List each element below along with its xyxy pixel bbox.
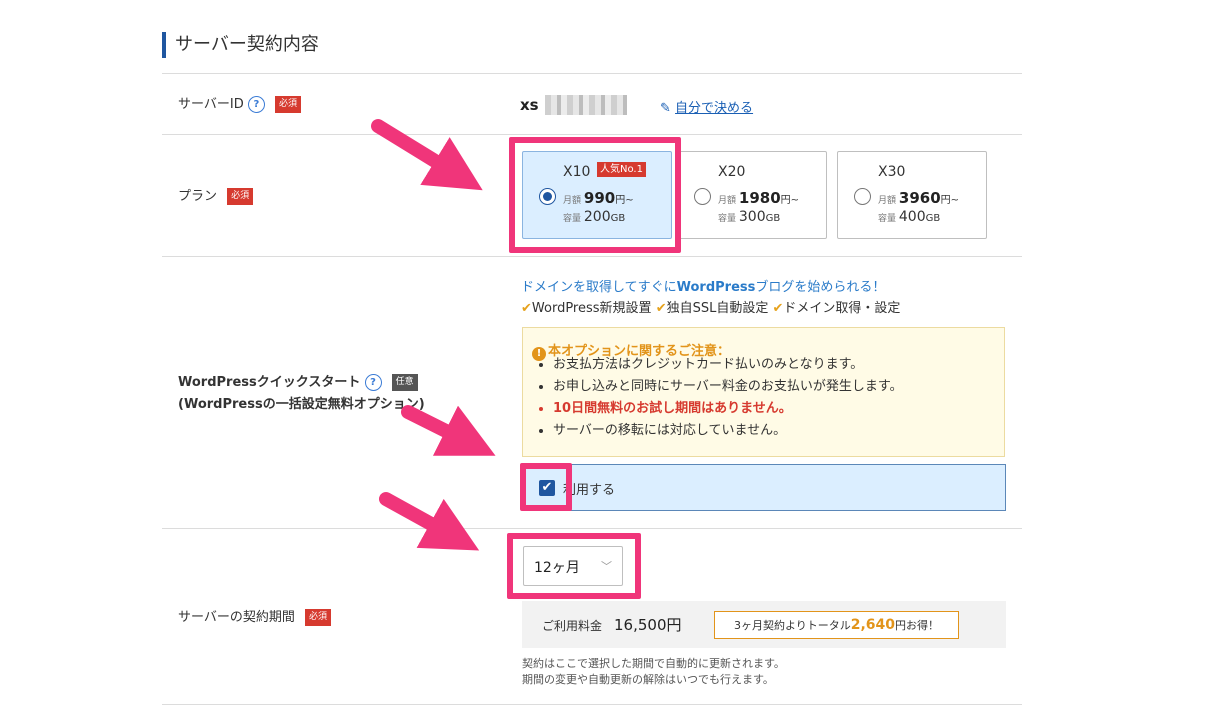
- arrow-icon: [371, 119, 483, 191]
- annotation-arrows: [371, 119, 496, 551]
- arrow-icon: [401, 405, 496, 456]
- arrow-icon: [379, 492, 480, 551]
